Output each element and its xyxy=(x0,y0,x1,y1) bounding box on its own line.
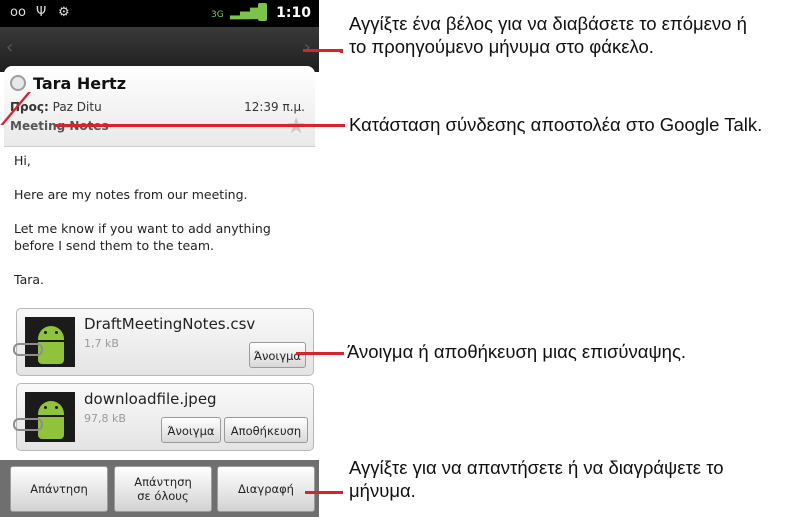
message-time: 12:39 π.μ. xyxy=(244,100,305,114)
phone-screen: ᴏᴏ Ψ ⚙ 3G ▂▄▆ 1:10 ‹ › Tara Hertz Προς: … xyxy=(0,0,319,517)
recipient-name: Paz Ditu xyxy=(52,100,102,114)
callout-line-attachment xyxy=(296,352,344,355)
message-body: Hi, Here are my notes from our meeting. … xyxy=(14,152,314,305)
signal-icon: ▂▄▆ xyxy=(230,5,260,20)
attachment-card: downloadfile.jpeg 97,8 kB Άνοιγμα Αποθήκ… xyxy=(13,383,314,451)
callout-line-nav-tick xyxy=(340,49,343,53)
next-message-arrow-icon[interactable]: › xyxy=(304,37,311,58)
android-thumbnail-icon xyxy=(25,317,75,367)
reply-all-label-line1: Απάντηση xyxy=(134,475,192,489)
message-header: Tara Hertz Προς: Paz Ditu 12:39 π.μ. Mee… xyxy=(4,66,315,147)
save-attachment-button[interactable]: Αποθήκευση xyxy=(224,417,308,443)
status-bar: ᴏᴏ Ψ ⚙ 3G ▂▄▆ 1:10 xyxy=(0,0,319,27)
annotation-presence: Κατάσταση σύνδεσης αποστολέα στο Google … xyxy=(349,114,763,135)
3g-icon: 3G xyxy=(211,10,224,20)
presence-status-icon xyxy=(10,75,26,91)
body-line: Tara. xyxy=(14,272,44,287)
body-line: Let me know if you want to add anything … xyxy=(14,221,271,253)
attachment-size: 97,8 kB xyxy=(84,412,126,425)
body-line: Hi, xyxy=(14,153,31,168)
voicemail-icon: ᴏᴏ xyxy=(10,5,26,20)
action-bar: Απάντηση Απάντηση σε όλους Διαγραφή xyxy=(0,460,319,517)
battery-icon xyxy=(258,3,267,21)
delete-label: Διαγραφή xyxy=(238,482,294,496)
prev-message-arrow-icon[interactable]: ‹ xyxy=(6,37,13,58)
body-line: Here are my notes from our meeting. xyxy=(14,187,248,202)
paperclip-icon xyxy=(13,418,43,431)
annotation-attachment: Άνοιγμα ή αποθήκευση μιας επισύναψης. xyxy=(347,341,687,362)
reply-label: Απάντηση xyxy=(30,482,88,496)
reply-all-button[interactable]: Απάντηση σε όλους xyxy=(114,466,212,512)
attachment-card: DraftMeetingNotes.csv 1,7 kB Άνοιγμα xyxy=(13,308,314,376)
open-attachment-button[interactable]: Άνοιγμα xyxy=(249,342,306,368)
attachment-size: 1,7 kB xyxy=(84,337,119,350)
callout-line-presence xyxy=(55,124,345,127)
callout-line-nav xyxy=(303,49,343,52)
callout-line-reply xyxy=(305,491,343,494)
attachment-name: DraftMeetingNotes.csv xyxy=(84,315,256,333)
delete-button[interactable]: Διαγραφή xyxy=(217,466,315,512)
clock: 1:10 xyxy=(276,5,311,21)
sender-name[interactable]: Tara Hertz xyxy=(33,74,126,93)
android-thumbnail-icon xyxy=(25,392,75,442)
paperclip-icon xyxy=(13,343,43,356)
usb-icon: Ψ xyxy=(36,5,47,20)
star-icon[interactable]: ★ xyxy=(286,116,306,138)
reply-button[interactable]: Απάντηση xyxy=(10,466,108,512)
open-attachment-button[interactable]: Άνοιγμα xyxy=(161,417,221,443)
annotation-nav: Αγγίξτε ένα βέλος για να διαβάσετε το επ… xyxy=(349,13,747,57)
attachment-name: downloadfile.jpeg xyxy=(84,390,217,408)
android-debug-icon: ⚙ xyxy=(58,5,70,20)
reply-all-label-line2: σε όλους xyxy=(137,489,189,503)
recipient-line: Προς: Paz Ditu xyxy=(10,100,102,114)
annotation-reply: Αγγίξτε για να απαντήσετε ή να διαγράψετ… xyxy=(349,457,724,501)
